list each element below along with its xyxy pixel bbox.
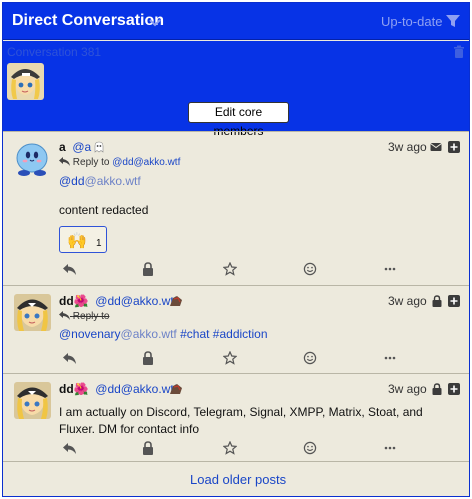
reply-icon bbox=[59, 157, 70, 166]
lock-icon bbox=[432, 383, 442, 395]
status-time[interactable]: 3w ago bbox=[388, 294, 427, 308]
status-item: a @a 3w ago Reply to @dd@akko.wtf @dd@ak… bbox=[3, 131, 469, 285]
reply-handle[interactable]: @dd@akko.wtf bbox=[112, 157, 180, 168]
display-name: dd🌺 bbox=[59, 294, 89, 308]
filter-icon[interactable] bbox=[445, 13, 461, 29]
star-icon[interactable] bbox=[223, 262, 237, 276]
expand-icon[interactable] bbox=[448, 295, 460, 307]
edit-core-members-button[interactable]: Edit core members bbox=[188, 102, 289, 138]
panel-title[interactable]: Direct Conversation bbox=[12, 12, 164, 30]
display-name: dd🌺 bbox=[59, 382, 89, 396]
status-content: @novenary@akko.wtf #chat #addiction bbox=[59, 326, 268, 343]
display-name: a bbox=[59, 140, 66, 154]
lock-icon bbox=[432, 295, 442, 307]
mention-link[interactable]: @dd bbox=[59, 174, 85, 188]
mention-link[interactable]: @novenary bbox=[59, 327, 121, 341]
sync-status: Up-to-date bbox=[381, 14, 443, 29]
more-icon[interactable] bbox=[383, 351, 397, 365]
star-icon[interactable] bbox=[223, 351, 237, 365]
user-avatar[interactable] bbox=[14, 294, 51, 331]
lock-icon[interactable] bbox=[141, 441, 155, 455]
conversation-info: Conversation 381 Edit core members bbox=[3, 41, 469, 138]
emoji-reaction[interactable]: 🙌 1 bbox=[59, 226, 107, 253]
reply-icon[interactable] bbox=[63, 441, 77, 455]
reply-label: Reply to bbox=[72, 157, 110, 168]
smiley-icon[interactable] bbox=[303, 351, 317, 365]
member-avatar[interactable] bbox=[7, 63, 44, 100]
expand-icon[interactable] bbox=[448, 141, 460, 153]
mention-domain[interactable]: @akko.wtf bbox=[85, 174, 141, 188]
reply-icon[interactable] bbox=[63, 262, 77, 276]
conversation-name: Conversation 381 bbox=[7, 45, 102, 59]
reply-indicator[interactable]: Reply to bbox=[59, 311, 109, 322]
status-actions bbox=[3, 351, 469, 367]
author-handle[interactable]: @dd@akko.wtf bbox=[95, 294, 177, 308]
reaction-emoji: 🙌 bbox=[67, 233, 87, 250]
mention-domain[interactable]: @akko.wtf bbox=[121, 327, 177, 341]
user-avatar[interactable] bbox=[14, 382, 51, 419]
smiley-icon[interactable] bbox=[303, 441, 317, 455]
status-body: @novenary@akko.wtf #chat #addiction bbox=[59, 326, 268, 343]
conversation-panel: Direct Conversation Up-to-date Conversat… bbox=[2, 2, 470, 497]
lock-icon[interactable] bbox=[141, 262, 155, 276]
status-item: dd🌺 @dd@akko.wtf 3w ago Reply to @novena… bbox=[3, 285, 469, 373]
reply-icon bbox=[59, 311, 70, 320]
more-icon[interactable] bbox=[383, 441, 397, 455]
reply-icon[interactable] bbox=[63, 351, 77, 365]
status-item: dd🌺 @dd@akko.wtf 3w ago I am actually on… bbox=[3, 373, 469, 461]
mention-line: @dd@akko.wtf bbox=[59, 173, 148, 190]
more-icon[interactable] bbox=[383, 262, 397, 276]
status-body: content redacted bbox=[59, 203, 149, 217]
reply-indicator[interactable]: Reply to @dd@akko.wtf bbox=[59, 157, 180, 168]
load-older-posts-link[interactable]: Load older posts bbox=[190, 472, 286, 487]
status-actions bbox=[3, 441, 469, 457]
status-actions bbox=[3, 262, 469, 278]
author-handle[interactable]: @a bbox=[72, 140, 91, 154]
status-content: I am actually on Discord, Telegram, Sign… bbox=[59, 404, 454, 438]
star-icon[interactable] bbox=[223, 441, 237, 455]
panel-header: Direct Conversation Up-to-date bbox=[3, 3, 469, 40]
expand-icon[interactable] bbox=[448, 383, 460, 395]
custom-emoji-icon bbox=[170, 296, 182, 306]
user-avatar[interactable] bbox=[14, 140, 51, 177]
lock-icon[interactable] bbox=[141, 351, 155, 365]
status-time[interactable]: 3w ago bbox=[388, 140, 427, 154]
status-content: @dd@akko.wtf content redacted bbox=[59, 173, 148, 219]
hashtag-link[interactable]: #chat bbox=[180, 327, 209, 341]
reaction-count: 1 bbox=[96, 238, 102, 249]
status-author[interactable]: a @a bbox=[59, 140, 91, 154]
status-body: I am actually on Discord, Telegram, Sign… bbox=[59, 405, 423, 436]
custom-emoji-icon bbox=[170, 384, 182, 394]
status-time[interactable]: 3w ago bbox=[388, 382, 427, 396]
status-author[interactable]: dd🌺 @dd@akko.wtf bbox=[59, 294, 177, 308]
load-older-footer: Load older posts bbox=[3, 461, 469, 496]
ghost-icon bbox=[94, 141, 104, 153]
status-author[interactable]: dd🌺 @dd@akko.wtf bbox=[59, 382, 177, 396]
trash-icon[interactable] bbox=[453, 45, 465, 58]
reply-label: Reply to bbox=[72, 311, 110, 322]
envelope-icon bbox=[430, 143, 442, 151]
hashtag-link[interactable]: #addiction bbox=[213, 327, 268, 341]
chevron-down-icon[interactable] bbox=[148, 15, 162, 29]
author-handle[interactable]: @dd@akko.wtf bbox=[95, 382, 177, 396]
smiley-icon[interactable] bbox=[303, 262, 317, 276]
